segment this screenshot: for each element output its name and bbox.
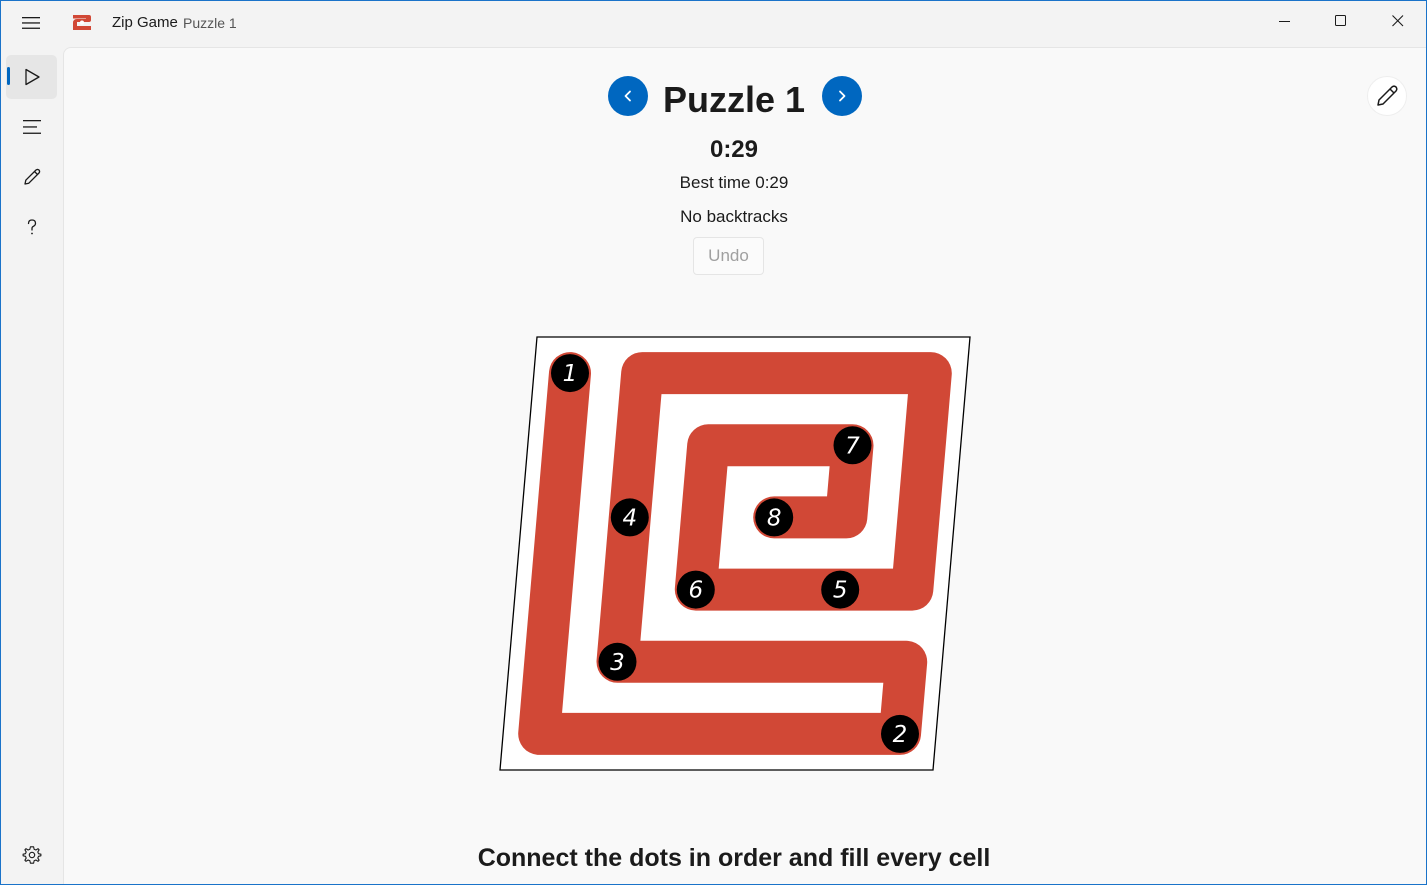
dot-label: 2 [893,722,908,748]
numbered-dot[interactable]: 5 [821,570,860,609]
dot-label: 8 [767,505,782,531]
game-board[interactable]: 1 2 3 4 5 6 7 8 [1,1,1426,884]
numbered-dot[interactable]: 1 [551,354,589,393]
numbered-dot[interactable]: 3 [598,642,637,681]
dot-label: 4 [622,505,637,531]
dot-label: 7 [845,433,860,459]
numbered-dot[interactable]: 2 [881,714,919,753]
instructions-text: Connect the dots in order and fill every… [477,844,991,872]
numbered-dot[interactable]: 6 [676,570,715,609]
numbered-dot[interactable]: 8 [755,498,794,537]
dot-label: 1 [563,361,578,387]
dot-label: 6 [688,578,703,604]
numbered-dot[interactable]: 7 [833,426,872,465]
dot-label: 3 [610,650,625,676]
numbered-dot[interactable]: 4 [610,498,649,537]
dot-label: 5 [833,578,848,604]
app-window: Zip Game Puzzle 1 Puzzle 1 0:29 Best tim… [0,0,1427,885]
